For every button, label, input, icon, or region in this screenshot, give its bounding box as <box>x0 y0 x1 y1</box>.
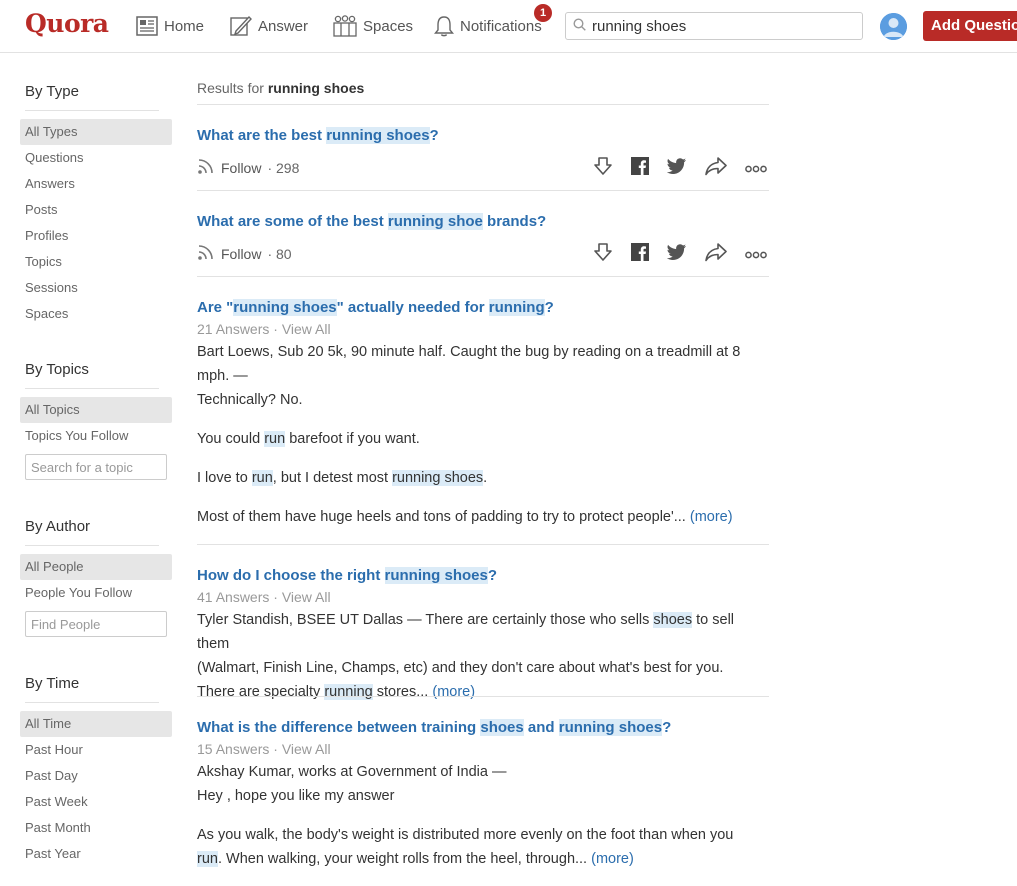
by-type-heading: By Type <box>25 83 79 100</box>
divider <box>25 388 159 389</box>
follow-button[interactable]: Follow · 298 <box>197 157 299 178</box>
filter-all-types[interactable]: All Types <box>20 119 172 145</box>
facebook-icon[interactable] <box>631 157 649 178</box>
spaces-icon <box>333 15 357 37</box>
filter-topics[interactable]: Topics <box>20 249 172 275</box>
question-title[interactable]: What is the difference between training … <box>197 719 671 736</box>
rss-follow-icon <box>197 157 215 178</box>
filter-past-day[interactable]: Past Day <box>20 763 172 789</box>
share-actions <box>593 156 767 179</box>
nav-home-label: Home <box>164 17 205 35</box>
search-icon <box>573 18 586 34</box>
filter-past-month[interactable]: Past Month <box>20 815 172 841</box>
people-search-input[interactable] <box>25 611 167 637</box>
nav-spaces-label: Spaces <box>363 17 414 35</box>
filter-past-hour[interactable]: Past Hour <box>20 737 172 763</box>
filter-all-time[interactable]: All Time <box>20 711 172 737</box>
pencil-icon <box>230 15 252 37</box>
follower-count: · 80 <box>267 245 292 262</box>
nav-spaces[interactable]: Spaces <box>333 0 413 52</box>
nav-home[interactable]: Home <box>136 0 204 52</box>
top-navbar: Quora Home Answer Spaces Notifications 1 <box>0 0 1017 53</box>
downvote-icon[interactable] <box>593 156 613 179</box>
twitter-icon[interactable] <box>666 243 687 264</box>
filter-spaces[interactable]: Spaces <box>20 301 172 327</box>
answer-count-link[interactable]: 21 Answers · View All <box>197 321 331 337</box>
share-actions <box>593 242 767 265</box>
more-link[interactable]: (more) <box>591 851 634 867</box>
filter-past-week[interactable]: Past Week <box>20 789 172 815</box>
follow-button[interactable]: Follow · 80 <box>197 243 292 264</box>
share-icon[interactable] <box>705 242 727 265</box>
question-title[interactable]: What are the best running shoes? <box>197 127 439 144</box>
filter-sessions[interactable]: Sessions <box>20 275 172 301</box>
question-title[interactable]: How do I choose the right running shoes? <box>197 567 497 584</box>
search-bar[interactable] <box>565 12 863 40</box>
downvote-icon[interactable] <box>593 242 613 265</box>
notification-badge: 1 <box>534 4 552 22</box>
nav-notifications[interactable]: Notifications 1 <box>434 0 552 52</box>
share-icon[interactable] <box>705 156 727 179</box>
divider <box>197 696 769 697</box>
avatar[interactable] <box>880 13 907 40</box>
follower-count: · 298 <box>267 159 300 176</box>
answer-paragraph: I love to run, but I detest most running… <box>197 470 488 486</box>
results-prefix: Results for <box>197 80 264 96</box>
more-link[interactable]: (more) <box>690 509 733 525</box>
follow-label: Follow <box>221 245 262 262</box>
answer-paragraph: Most of them have huge heels and tons of… <box>197 509 733 525</box>
question-title[interactable]: Are "running shoes" actually needed for … <box>197 299 554 316</box>
divider <box>197 544 769 545</box>
divider <box>197 276 769 277</box>
filter-past-year[interactable]: Past Year <box>20 841 172 867</box>
add-question-button[interactable]: Add Question <box>923 11 1017 41</box>
filter-profiles[interactable]: Profiles <box>20 223 172 249</box>
answer-paragraph: As you walk, the body's weight is distri… <box>197 827 734 867</box>
more-options-icon[interactable] <box>745 246 767 262</box>
by-time-heading: By Time <box>25 675 80 692</box>
divider <box>25 545 159 546</box>
answer-byline: Akshay Kumar, works at Government of Ind… <box>197 764 507 804</box>
follow-label: Follow <box>221 159 262 176</box>
rss-follow-icon <box>197 243 215 264</box>
twitter-icon[interactable] <box>666 157 687 178</box>
answer-count-link[interactable]: 41 Answers · View All <box>197 589 331 605</box>
nav-notifications-label: Notifications <box>460 17 542 35</box>
question-title[interactable]: What are some of the best running shoe b… <box>197 213 546 230</box>
nav-answer-label: Answer <box>258 17 309 35</box>
answer-snippet: Tyler Standish, BSEE UT Dallas — There a… <box>197 612 735 700</box>
home-icon <box>136 16 158 36</box>
search-input[interactable] <box>586 17 852 35</box>
by-author-heading: By Author <box>25 518 91 535</box>
divider <box>25 110 159 111</box>
more-link[interactable]: (more) <box>432 684 475 700</box>
nav-answer[interactable]: Answer <box>230 0 308 52</box>
answer-paragraph: You could run barefoot if you want. <box>197 431 420 447</box>
divider <box>25 702 159 703</box>
by-topics-heading: By Topics <box>25 361 89 378</box>
filter-people-you-follow[interactable]: People You Follow <box>20 580 172 606</box>
answer-count-link[interactable]: 15 Answers · View All <box>197 741 331 757</box>
quora-logo[interactable]: Quora <box>25 9 109 38</box>
facebook-icon[interactable] <box>631 243 649 264</box>
topic-search-input[interactable] <box>25 454 167 480</box>
divider <box>197 190 769 191</box>
more-options-icon[interactable] <box>745 160 767 176</box>
filter-questions[interactable]: Questions <box>20 145 172 171</box>
answer-byline: Bart Loews, Sub 20 5k, 90 minute half. C… <box>197 344 741 408</box>
filter-answers[interactable]: Answers <box>20 171 172 197</box>
filter-all-topics[interactable]: All Topics <box>20 397 172 423</box>
filter-topics-you-follow[interactable]: Topics You Follow <box>20 423 172 449</box>
filter-posts[interactable]: Posts <box>20 197 172 223</box>
bell-icon <box>434 15 454 37</box>
filter-all-people[interactable]: All People <box>20 554 172 580</box>
results-heading: Results for running shoes <box>197 80 364 96</box>
results-query: running shoes <box>267 80 365 96</box>
divider <box>197 104 769 105</box>
